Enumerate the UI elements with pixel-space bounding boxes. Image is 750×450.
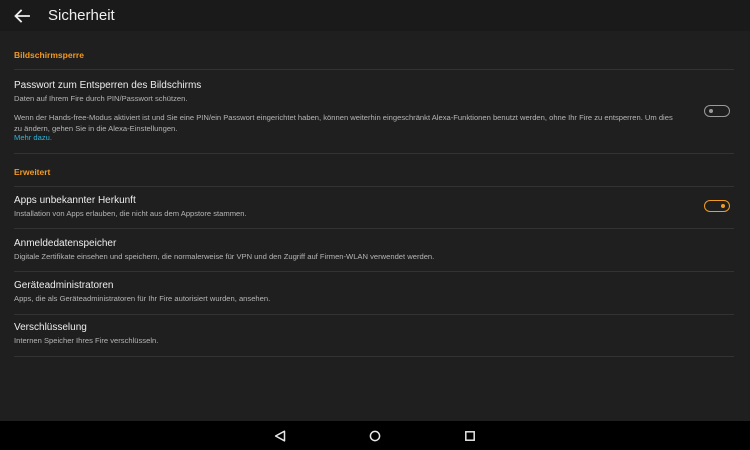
arrow-left-icon [14,8,30,23]
page-title: Sicherheit [48,7,115,24]
setting-title: Apps unbekannter Herkunft [14,195,136,206]
recents-square-icon [465,431,475,441]
setting-subtitle: Installation von Apps erlauben, die nich… [14,209,247,218]
learn-more-link[interactable]: Mehr dazu. [14,133,52,142]
system-nav-bar [0,421,750,450]
section-heading-advanced: Erweitert [14,167,51,177]
back-button[interactable] [2,0,42,31]
setting-title: Passwort zum Entsperren des Bildschirms [14,80,202,91]
section-heading-screen-lock: Bildschirmsperre [14,50,84,60]
home-circle-icon [369,430,381,442]
divider [14,228,734,229]
divider [14,186,734,187]
setting-title: Verschlüsselung [14,322,87,333]
nav-home-button[interactable] [366,427,384,445]
password-lock-toggle[interactable] [704,105,730,117]
nav-recents-button[interactable] [461,427,479,445]
nav-back-button[interactable] [271,427,289,445]
setting-description: Wenn der Hands-free-Modus aktiviert ist … [14,113,673,133]
back-triangle-icon [274,430,286,442]
setting-title: Anmeldedatenspeicher [14,238,117,249]
settings-content: Bildschirmsperre Passwort zum Entsperren… [0,31,750,421]
divider [14,271,734,272]
divider [14,356,734,357]
setting-subtitle: Digitale Zertifikate einsehen und speich… [14,252,435,261]
unknown-sources-toggle[interactable] [704,200,730,212]
setting-subtitle: Daten auf Ihrem Fire durch PIN/Passwort … [14,94,188,103]
toggle-knob [721,203,725,208]
divider [14,153,734,154]
setting-title: Geräteadministratoren [14,280,114,291]
divider [14,314,734,315]
divider [14,69,734,70]
toggle-knob [709,108,713,113]
setting-subtitle: Apps, die als Geräteadministratoren für … [14,294,271,303]
setting-subtitle: Internen Speicher Ihres Fire verschlüsse… [14,336,159,345]
app-bar: Sicherheit [0,0,750,31]
